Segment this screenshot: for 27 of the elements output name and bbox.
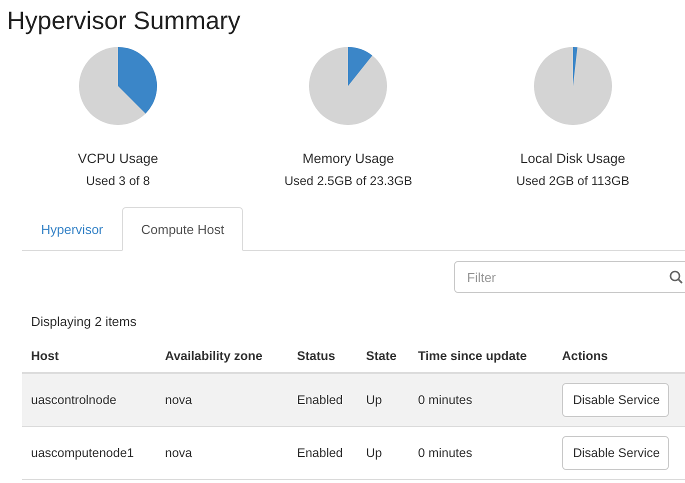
table-cell: Up <box>366 446 382 460</box>
pie-chart-icon <box>532 46 613 126</box>
disable-service-button[interactable]: Disable Service <box>562 383 669 417</box>
tab[interactable]: Compute Host <box>122 207 244 251</box>
pie-chart-icon <box>78 46 158 126</box>
table-cell: uascontrolnode <box>31 393 116 407</box>
usage-label: VCPU Usage <box>78 151 158 166</box>
page-title: Hypervisor Summary <box>6 6 242 36</box>
usage-detail: Used 2GB of 113GB <box>516 174 630 188</box>
search-icon <box>669 270 683 284</box>
table-cell: 0 minutes <box>418 393 472 407</box>
table-cell: uascomputenode1 <box>31 446 134 460</box>
item-count: Displaying 2 items <box>30 313 138 329</box>
disable-service-button[interactable]: Disable Service <box>562 436 669 470</box>
filter-field[interactable]: Filter <box>454 261 685 293</box>
table-cell: 0 minutes <box>418 446 472 460</box>
table-cell: nova <box>165 446 192 460</box>
table-cell: Enabled <box>297 393 343 407</box>
tab[interactable]: Hypervisor <box>22 207 122 251</box>
pie-chart-icon <box>308 46 388 126</box>
usage-detail: Used 2.5GB of 23.3GB <box>284 174 412 188</box>
usage-detail: Used 3 of 8 <box>86 174 150 188</box>
usage-label: Memory Usage <box>302 151 394 166</box>
usage-label: Local Disk Usage <box>520 151 626 166</box>
table-cell: nova <box>165 393 192 407</box>
table-cell: Up <box>366 393 382 407</box>
table-cell: Enabled <box>297 446 343 460</box>
